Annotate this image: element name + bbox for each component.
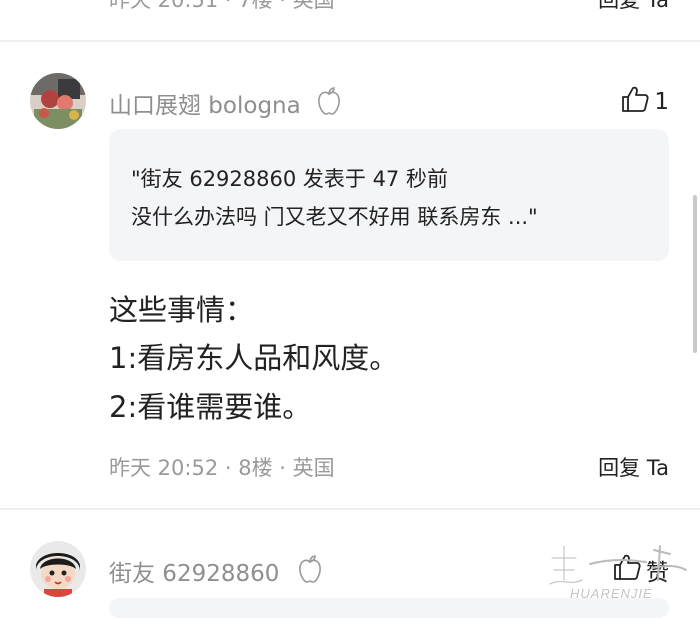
watermark-text: HUARENJIE <box>570 586 653 601</box>
reply-button[interactable]: 回复 Ta <box>598 452 669 482</box>
scrollbar[interactable] <box>693 195 697 353</box>
comment-divider <box>0 508 700 510</box>
previous-reply-button[interactable]: 回复 Ta <box>598 0 669 14</box>
thumbs-up-icon <box>620 84 650 120</box>
comment-meta: 昨天 20:52 · 8楼 · 英国 <box>109 456 335 480</box>
avatar-photo <box>30 73 86 129</box>
comment-body-line: 这些事情： <box>109 293 255 327</box>
quote-line: 没什么办法吗 门又老又不好用 联系房东 ..." <box>131 205 538 229</box>
comment-body-line: 2:看谁需要谁。 <box>109 390 312 424</box>
comment-divider <box>0 40 700 42</box>
avatar-cartoon <box>30 541 86 597</box>
comment-username[interactable]: 街友 62928860 <box>109 554 279 588</box>
quote-box <box>109 129 669 261</box>
watermark-logo: HUARENJIE <box>542 540 692 602</box>
avatar[interactable] <box>30 73 86 129</box>
comment-body-line: 1:看房东人品和风度。 <box>109 341 399 375</box>
quote-line: "街友 62928860 发表于 47 秒前 <box>131 167 448 191</box>
apple-icon <box>316 86 342 116</box>
like-count: 1 <box>654 89 669 115</box>
comment-username[interactable]: 山口展翅 bologna <box>109 86 301 120</box>
apple-icon <box>297 554 323 584</box>
avatar[interactable] <box>30 541 86 597</box>
previous-comment-meta: 昨天 20:51 · 7楼 · 英国 <box>109 0 335 12</box>
like-button[interactable]: 1 <box>620 84 669 120</box>
